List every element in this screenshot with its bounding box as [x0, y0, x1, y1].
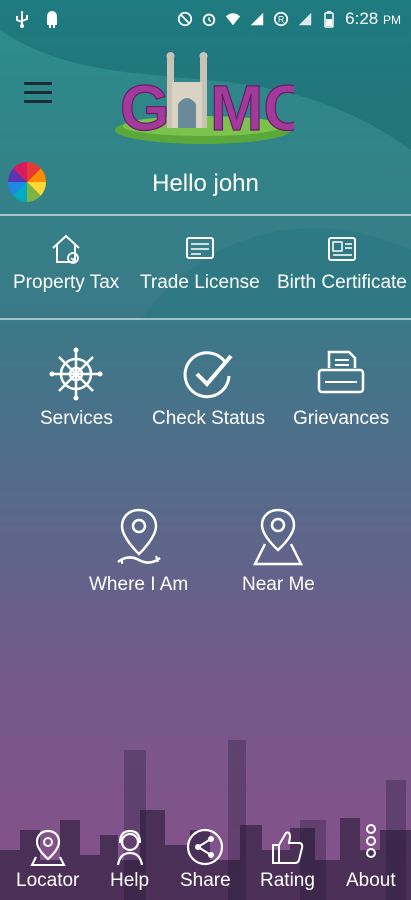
where-i-am-button[interactable]: Where I Am [89, 506, 188, 596]
rating-label: Rating [260, 870, 315, 891]
about-nav-button[interactable]: About [346, 823, 396, 892]
about-icon [365, 824, 376, 858]
menu-button[interactable] [24, 82, 52, 108]
property-tax-label: Property Tax [13, 272, 120, 293]
divider-bottom [0, 318, 411, 320]
printer-icon [317, 350, 365, 394]
share-icon [187, 828, 224, 866]
ghmc-logo: G MC [115, 52, 294, 145]
locator-icon [30, 829, 66, 866]
svg-text:MC: MC [210, 72, 294, 144]
signal-icon [250, 12, 264, 26]
check-circle-icon [183, 351, 233, 399]
property-tax-button[interactable]: Property Tax [13, 232, 119, 294]
services-button[interactable]: Services [40, 346, 113, 430]
do-not-disturb-icon [178, 11, 193, 27]
certificate-icon [327, 237, 356, 261]
trade-license-label: Trade License [140, 272, 260, 293]
help-agent-icon [116, 829, 143, 866]
locator-nav-button[interactable]: Locator [16, 827, 79, 892]
house-icon [52, 234, 80, 264]
wifi-icon [226, 13, 241, 26]
birth-certificate-button[interactable]: Birth Certificate [277, 232, 407, 294]
roaming-icon: R [274, 11, 289, 27]
location-pin-icon [116, 508, 161, 564]
grievances-label: Grievances [293, 408, 390, 429]
check-status-label: Check Status [152, 408, 265, 429]
map-pin-icon [253, 508, 304, 566]
svg-text:R: R [278, 15, 284, 25]
help-nav-button[interactable]: Help [110, 827, 149, 892]
status-bar: R 6:28 PM [0, 0, 411, 40]
check-status-button[interactable]: Check Status [152, 346, 265, 430]
battery-icon [324, 11, 334, 28]
android-icon [47, 11, 57, 28]
share-label: Share [180, 870, 231, 891]
about-label: About [346, 870, 396, 891]
trade-license-button[interactable]: Trade License [140, 232, 260, 294]
ship-wheel-icon [49, 347, 103, 401]
svg-text:G: G [120, 72, 170, 144]
greeting-text: Hello john [152, 170, 259, 197]
alarm-icon [202, 13, 216, 27]
license-card-icon [185, 237, 214, 259]
locator-label: Locator [16, 870, 80, 891]
divider-top [0, 214, 411, 216]
thumbs-up-icon [272, 831, 304, 864]
services-label: Services [40, 408, 113, 429]
usb-icon [16, 11, 28, 28]
grievances-button[interactable]: Grievances [293, 346, 389, 430]
near-me-label: Near Me [242, 574, 315, 595]
where-i-am-label: Where I Am [89, 574, 189, 595]
status-time: 6:28 PM [345, 9, 401, 28]
near-me-button[interactable]: Near Me [242, 506, 315, 596]
birth-certificate-label: Birth Certificate [277, 272, 407, 293]
help-label: Help [110, 870, 150, 891]
share-nav-button[interactable]: Share [180, 827, 231, 892]
signal-icon-2 [298, 12, 312, 26]
rating-nav-button[interactable]: Rating [260, 827, 315, 892]
